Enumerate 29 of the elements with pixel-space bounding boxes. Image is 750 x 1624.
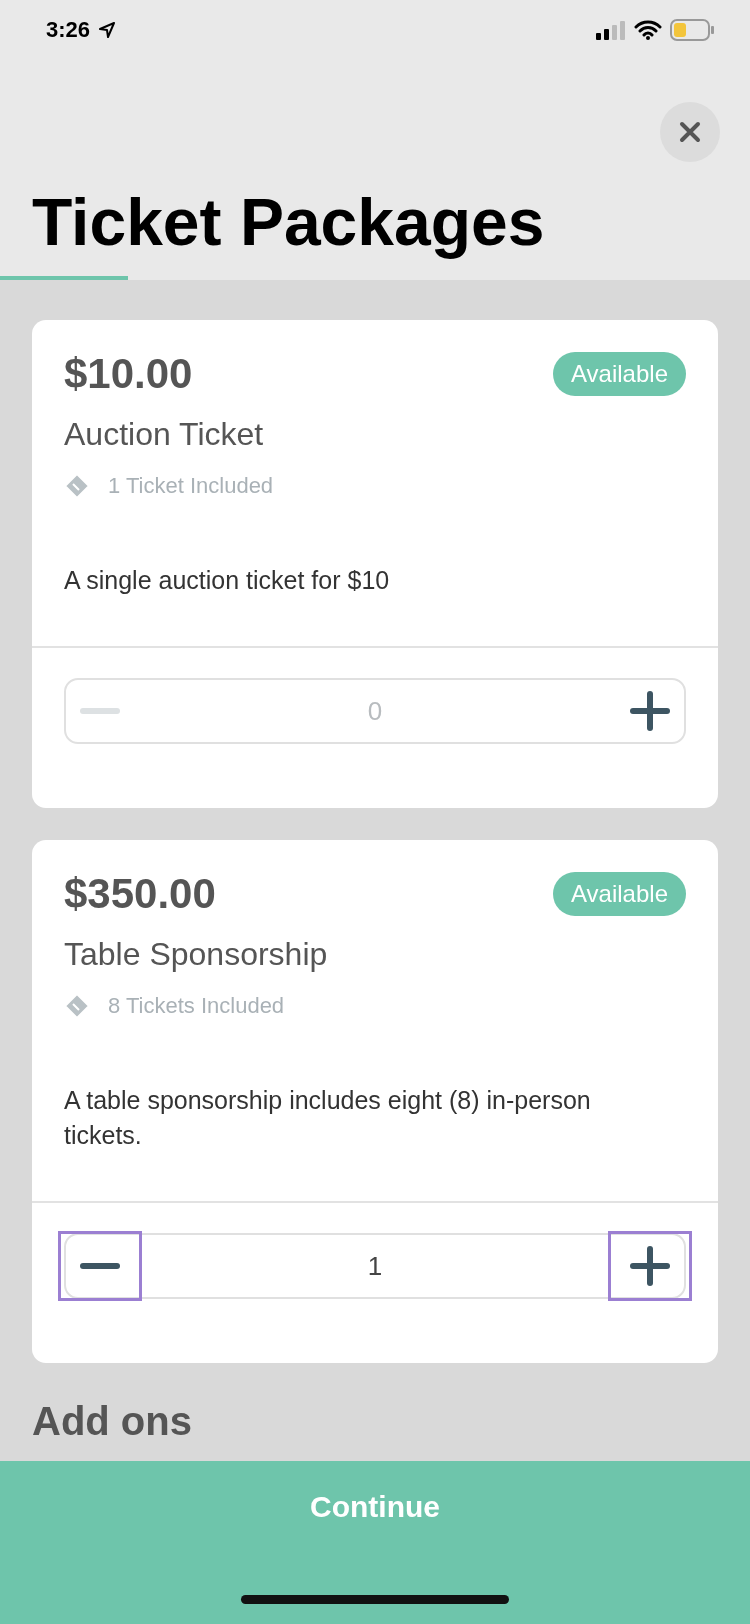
quantity-value: 0 — [367, 695, 383, 727]
minus-icon — [80, 1263, 120, 1269]
plus-icon — [630, 1246, 670, 1286]
wifi-icon — [634, 20, 662, 40]
plus-button[interactable] — [608, 1231, 692, 1301]
page-title: Ticket Packages — [31, 184, 546, 260]
location-arrow-icon — [98, 21, 117, 39]
signal-icon — [596, 20, 626, 40]
package-price: $350.00 — [64, 870, 216, 918]
section-heading: Add ons — [32, 1399, 193, 1444]
battery-icon — [670, 19, 714, 41]
tickets-included: 8 Tickets Included — [108, 993, 285, 1019]
minus-icon — [80, 708, 120, 714]
package-name: Table Sponsorship — [64, 936, 329, 973]
minus-button[interactable] — [58, 1231, 142, 1301]
close-icon — [678, 120, 702, 144]
status-badge: Available — [553, 352, 686, 396]
package-description: A table sponsorship includes eight (8) in-person tickets. — [64, 1085, 592, 1151]
continue-button[interactable]: Continue — [304, 1489, 446, 1525]
quantity-value: 1 — [367, 1250, 383, 1282]
ticket-icon — [64, 993, 90, 1019]
package-description: A single auction ticket for $10 — [64, 565, 391, 596]
ticket-icon — [64, 473, 90, 499]
plus-icon — [630, 691, 670, 731]
tickets-included: 1 Ticket Included — [108, 473, 274, 499]
status-time: 3:26 — [46, 17, 91, 43]
package-price: $10.00 — [64, 350, 193, 398]
package-name: Auction Ticket — [64, 416, 265, 453]
status-badge: Available — [553, 872, 686, 916]
